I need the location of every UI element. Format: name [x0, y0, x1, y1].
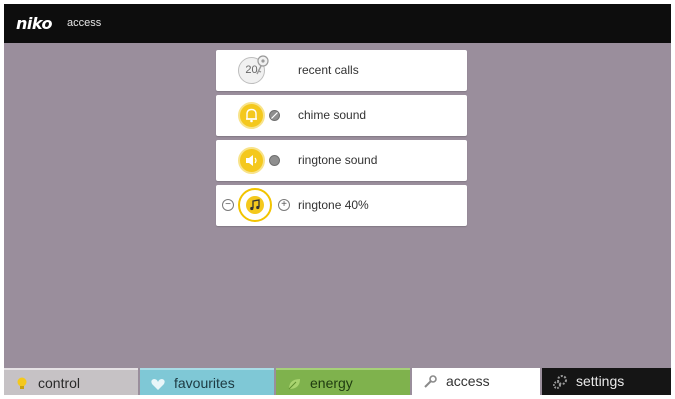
- speaker-icon: [246, 155, 257, 166]
- access-menu: 20 recent calls chime sound ringtone sou…: [216, 50, 467, 230]
- wrench-icon: [424, 375, 437, 388]
- key-icon: [256, 55, 269, 75]
- volume-down-button[interactable]: −: [222, 199, 234, 211]
- tab-access[interactable]: access: [412, 368, 540, 395]
- leaf-icon: [288, 379, 300, 390]
- recent-calls-label: recent calls: [298, 63, 359, 77]
- bottom-tab-bar: control favourites energy access setting…: [4, 368, 671, 395]
- tab-favourites-label: favourites: [174, 375, 235, 391]
- tab-energy[interactable]: energy: [276, 368, 410, 395]
- tab-settings-label: settings: [576, 373, 625, 389]
- ringtone-toggle[interactable]: [238, 147, 265, 174]
- tab-access-label: access: [446, 373, 490, 389]
- ringtone-volume-label: ringtone 40%: [298, 198, 369, 212]
- chime-toggle[interactable]: [238, 102, 265, 129]
- top-bar: niko access: [4, 4, 671, 43]
- tab-energy-label: energy: [310, 375, 353, 391]
- screen: niko access 20 recent calls chime sound …: [4, 4, 671, 395]
- mute-icon: [269, 110, 280, 121]
- ringtone-volume-item: − + ringtone 40%: [216, 185, 467, 226]
- tab-control-label: control: [38, 375, 81, 391]
- ringtone-sound-label: ringtone sound: [298, 153, 378, 167]
- volume-dial[interactable]: [238, 188, 272, 222]
- ringtone-sound-item[interactable]: ringtone sound: [216, 140, 467, 181]
- volume-dial-fill: [246, 196, 264, 214]
- gears-icon: [553, 375, 567, 389]
- tab-favourites[interactable]: favourites: [140, 368, 274, 395]
- music-note-icon: [250, 199, 260, 211]
- speaker-small-icon: [269, 155, 280, 166]
- recent-calls-item[interactable]: 20 recent calls: [216, 50, 467, 91]
- tab-settings[interactable]: settings: [542, 368, 671, 395]
- tab-control[interactable]: control: [4, 368, 138, 395]
- page-title: access: [67, 17, 102, 29]
- chime-sound-item[interactable]: chime sound: [216, 95, 467, 136]
- brand-logo: niko: [16, 14, 52, 33]
- volume-up-button[interactable]: +: [278, 199, 290, 211]
- chime-sound-label: chime sound: [298, 108, 367, 122]
- bell-icon: [246, 108, 257, 123]
- heart-icon: [151, 379, 165, 390]
- bulb-icon: [17, 377, 27, 389]
